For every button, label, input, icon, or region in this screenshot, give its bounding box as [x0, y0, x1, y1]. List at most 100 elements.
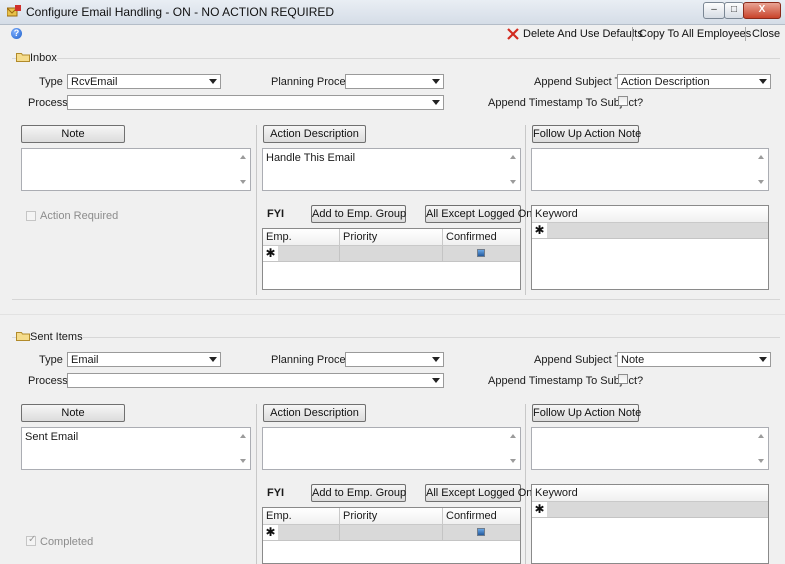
scrollbar[interactable]: [753, 149, 768, 190]
sent-keyword-grid[interactable]: Keyword ✱: [531, 484, 769, 564]
inbox-append-timestamp-checkbox[interactable]: [618, 96, 628, 106]
maximize-button[interactable]: □: [724, 2, 744, 19]
table-row[interactable]: ✱: [532, 502, 768, 518]
confirmed-checkbox[interactable]: [477, 528, 485, 536]
chevron-down-icon: [432, 79, 440, 84]
scroll-down-icon: [240, 459, 246, 463]
inbox-note-textarea[interactable]: [21, 148, 251, 191]
cell-emp[interactable]: [278, 525, 340, 540]
inbox-planning-process-select[interactable]: [345, 74, 444, 89]
cell-keyword[interactable]: [547, 502, 768, 517]
scroll-up-icon: [510, 155, 516, 159]
append-subject-label: Append Subject To: [534, 354, 627, 366]
inbox-append-subject-value: Action Description: [621, 76, 710, 88]
append-subject-label: Append Subject To: [534, 76, 627, 88]
scrollbar[interactable]: [505, 149, 520, 190]
inbox-fyi-grid[interactable]: Emp. Priority Confirmed ✱: [262, 228, 521, 290]
help-icon[interactable]: ?: [11, 28, 22, 39]
sent-note-textarea[interactable]: Sent Email: [21, 427, 251, 470]
col-header-emp[interactable]: Emp.: [263, 229, 340, 246]
sent-group-label: Sent Items: [30, 331, 83, 343]
inbox-type-select[interactable]: RcvEmail: [67, 74, 221, 89]
new-row-icon: ✱: [532, 223, 547, 238]
col-header-confirmed[interactable]: Confirmed: [443, 508, 520, 525]
check-icon: ✓: [28, 534, 37, 545]
delete-defaults-button[interactable]: Delete And Use Defaults: [523, 28, 643, 40]
inbox-note-button[interactable]: Note: [21, 125, 125, 143]
inbox-action-required-label: Action Required: [40, 210, 119, 222]
cell-confirmed[interactable]: [443, 525, 520, 540]
inbox-append-subject-select[interactable]: Action Description: [617, 74, 771, 89]
inbox-action-required-checkbox[interactable]: [26, 211, 36, 221]
sent-process-select[interactable]: [67, 373, 444, 388]
scroll-up-icon: [758, 434, 764, 438]
table-row[interactable]: ✱: [263, 525, 520, 541]
col-header-emp[interactable]: Emp.: [263, 508, 340, 525]
chevron-down-icon: [209, 79, 217, 84]
inbox-follow-up-button[interactable]: Follow Up Action Note: [532, 125, 641, 143]
col-header-keyword[interactable]: Keyword: [532, 206, 768, 223]
inbox-action-description-button[interactable]: Action Description: [263, 125, 366, 143]
inbox-follow-up-textarea[interactable]: [531, 148, 769, 191]
sent-add-emp-group-button[interactable]: Add to Emp. Group: [311, 484, 406, 502]
table-row[interactable]: ✱: [532, 223, 768, 239]
table-row[interactable]: ✱: [263, 246, 520, 262]
inbox-all-except-logged-on-button[interactable]: All Except Logged On: [425, 205, 532, 223]
column-divider: [256, 404, 257, 564]
col-header-confirmed[interactable]: Confirmed: [443, 229, 520, 246]
sent-all-except-logged-on-button[interactable]: All Except Logged On: [425, 484, 532, 502]
sent-note-button[interactable]: Note: [21, 404, 125, 422]
column-divider: [256, 125, 257, 295]
cell-priority[interactable]: [340, 246, 443, 261]
scroll-down-icon: [758, 180, 764, 184]
sent-planning-process-select[interactable]: [345, 352, 444, 367]
scroll-down-icon: [510, 180, 516, 184]
toolbar-separator: [632, 27, 633, 41]
sent-action-description-button[interactable]: Action Description: [263, 404, 366, 422]
sent-action-description-textarea[interactable]: [262, 427, 521, 470]
sent-append-timestamp-checkbox[interactable]: [618, 374, 628, 384]
col-header-keyword[interactable]: Keyword: [532, 485, 768, 502]
scrollbar[interactable]: [235, 428, 250, 469]
inbox-process-select[interactable]: [67, 95, 444, 110]
inbox-action-description-textarea[interactable]: Handle This Email: [262, 148, 521, 191]
inbox-add-emp-group-button[interactable]: Add to Emp. Group: [311, 205, 406, 223]
sent-note-text: Sent Email: [25, 431, 79, 443]
close-button[interactable]: Close: [752, 28, 780, 40]
sent-fyi-grid[interactable]: Emp. Priority Confirmed ✱: [262, 507, 521, 564]
confirmed-checkbox[interactable]: [477, 249, 485, 257]
scrollbar[interactable]: [235, 149, 250, 190]
process-label: Process: [28, 97, 68, 109]
window-title: Configure Email Handling - ON - NO ACTIO…: [26, 5, 335, 19]
inbox-group-border: [12, 58, 780, 59]
sent-type-select[interactable]: Email: [67, 352, 221, 367]
x-icon: [507, 28, 519, 40]
scrollbar[interactable]: [753, 428, 768, 469]
scroll-down-icon: [240, 180, 246, 184]
inbox-action-description-text: Handle This Email: [266, 152, 356, 164]
scrollbar[interactable]: [505, 428, 520, 469]
sent-group-border: [12, 337, 780, 338]
scroll-up-icon: [758, 155, 764, 159]
copy-all-employees-button[interactable]: Copy To All Employees: [639, 28, 751, 40]
sent-follow-up-button[interactable]: Follow Up Action Note: [532, 404, 641, 422]
cell-confirmed[interactable]: [443, 246, 520, 261]
scroll-up-icon: [240, 434, 246, 438]
col-header-priority[interactable]: Priority: [340, 229, 443, 246]
sent-append-subject-select[interactable]: Note: [617, 352, 771, 367]
inbox-keyword-grid[interactable]: Keyword ✱: [531, 205, 769, 290]
minimize-button[interactable]: –: [703, 2, 725, 19]
title-bar[interactable]: Configure Email Handling - ON - NO ACTIO…: [0, 0, 785, 25]
col-header-priority[interactable]: Priority: [340, 508, 443, 525]
cell-emp[interactable]: [278, 246, 340, 261]
scroll-up-icon: [510, 434, 516, 438]
cell-priority[interactable]: [340, 525, 443, 540]
close-window-button[interactable]: X: [743, 2, 781, 19]
email-config-icon: [7, 5, 21, 17]
chevron-down-icon: [432, 100, 440, 105]
cell-keyword[interactable]: [547, 223, 768, 238]
planning-process-label: Planning Process: [271, 76, 357, 88]
scroll-up-icon: [240, 155, 246, 159]
sent-follow-up-textarea[interactable]: [531, 427, 769, 470]
sent-completed-checkbox[interactable]: ✓: [26, 534, 37, 546]
